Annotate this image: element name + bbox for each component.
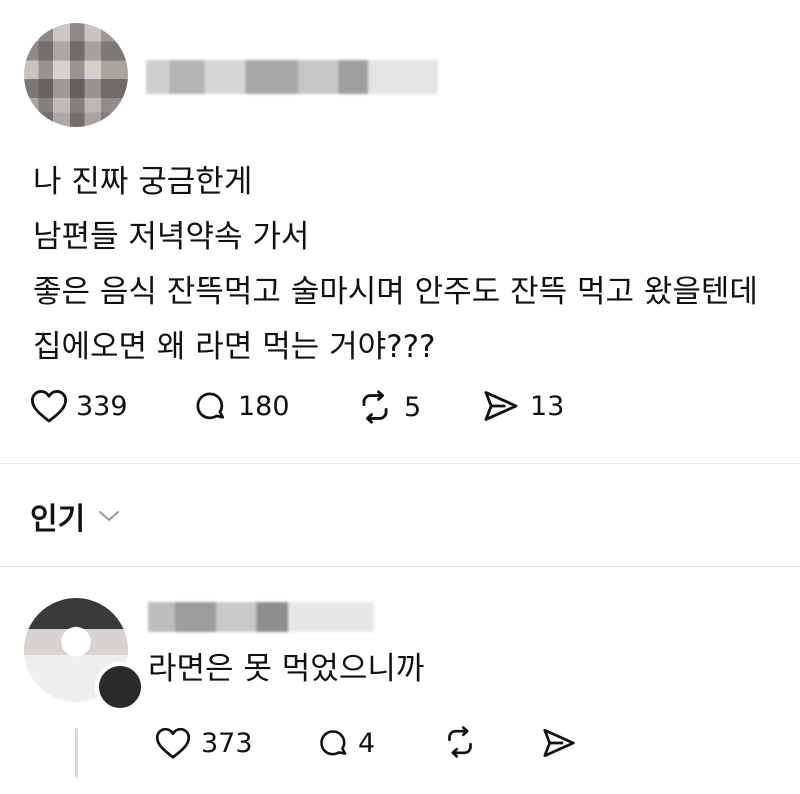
- reply-author-name-blurred[interactable]: [148, 602, 374, 632]
- post-line: 나 진짜 궁금한게: [33, 164, 253, 200]
- reply-text: 라면은 못 먹었으니까: [148, 651, 425, 687]
- repost-button[interactable]: 5: [356, 388, 421, 426]
- avatar-badge: [95, 662, 145, 712]
- like-count: 339: [76, 390, 128, 422]
- reply-repost-button[interactable]: [442, 724, 478, 760]
- chevron-down-icon: [99, 511, 120, 521]
- send-paper-plane-icon: [484, 391, 518, 421]
- thread-line: [75, 728, 78, 778]
- post-line: 남편들 저녁약속 가서: [33, 219, 310, 255]
- reply-comment-count: 4: [358, 727, 376, 759]
- comment-bubble-icon: [196, 392, 225, 420]
- heart-icon: [30, 390, 68, 423]
- repost-arrows-icon: [362, 390, 388, 424]
- repost-arrows-icon: [448, 726, 472, 758]
- comment-bubble-icon: [320, 730, 347, 756]
- send-paper-plane-icon: [543, 728, 575, 758]
- reply-like-count: 373: [201, 727, 253, 759]
- heart-icon: [155, 727, 191, 759]
- comment-count: 180: [238, 390, 290, 422]
- reply-comment-button[interactable]: 4: [316, 726, 375, 760]
- divider: [0, 463, 800, 464]
- sort-dropdown[interactable]: 인기: [30, 494, 121, 538]
- share-count: 13: [530, 390, 565, 422]
- sort-label: 인기: [30, 502, 86, 537]
- post-line: 좋은 음식 잔뜩먹고 술마시며 안주도 잔뜩 먹고 왔을텐데: [33, 274, 758, 310]
- reply-like-button[interactable]: 373: [155, 726, 253, 760]
- comment-button[interactable]: 180: [192, 388, 290, 424]
- post-line: 집에오면 왜 라면 먹는 거야???: [33, 329, 436, 365]
- post-text: 나 진짜 궁금한게 남편들 저녁약속 가서 좋은 음식 잔뜩먹고 술마시며 안주…: [33, 155, 793, 375]
- divider: [0, 566, 800, 567]
- reply-share-button[interactable]: [541, 726, 577, 760]
- share-button[interactable]: 13: [482, 388, 564, 424]
- repost-count: 5: [404, 391, 422, 423]
- author-avatar[interactable]: [24, 23, 128, 127]
- author-name-blurred[interactable]: [146, 60, 438, 94]
- like-button[interactable]: 339: [30, 388, 128, 424]
